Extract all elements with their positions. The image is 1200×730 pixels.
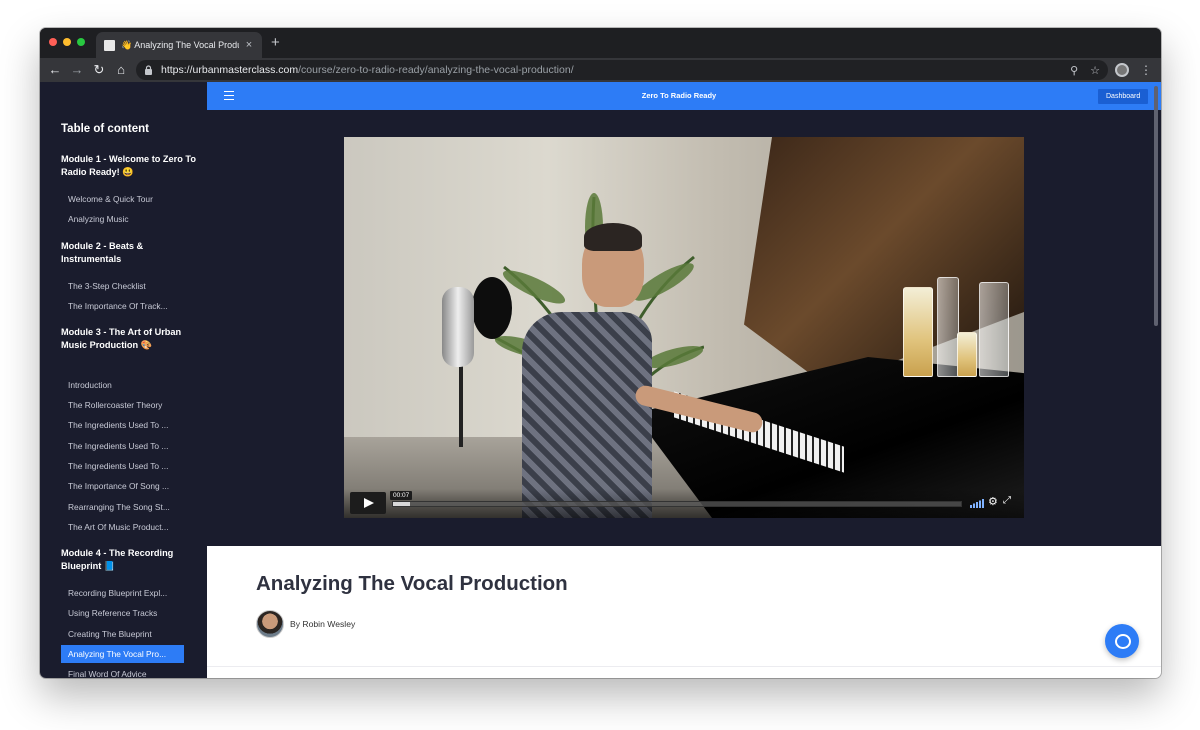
lesson-content: Analyzing The Vocal Production By Robin … [207, 546, 1161, 678]
bottle-image [903, 287, 933, 377]
settings-gear-icon[interactable]: ⚙ [988, 495, 998, 508]
module-title[interactable]: Module 1 - Welcome to Zero To Radio Read… [61, 153, 196, 178]
course-sidebar: Table of content Module 1 - Welcome to Z… [40, 82, 207, 678]
chat-bubble-icon[interactable] [1105, 624, 1139, 658]
star-icon[interactable]: ☆ [1090, 64, 1100, 77]
module-title[interactable]: Module 4 - The Recording Blueprint 📘 [61, 547, 196, 572]
lesson-link[interactable]: The 3-Step Checklist [61, 277, 184, 295]
main-content: Zero To Radio Ready Dashboard 00:07 ⚙ ⤢ … [207, 82, 1161, 678]
lesson-link[interactable]: The Ingredients Used To ... [61, 457, 184, 475]
home-icon[interactable]: ⌂ [113, 61, 129, 79]
pop-filter-image [472, 277, 512, 339]
tab-strip: 👋 Analyzing The Vocal Production × + [40, 28, 1161, 58]
video-player[interactable]: 00:07 ⚙ ⤢ [344, 137, 1024, 518]
lesson-link[interactable]: Welcome & Quick Tour [61, 190, 184, 208]
lesson-link[interactable]: The Ingredients Used To ... [61, 416, 184, 434]
url-path: /course/zero-to-radio-ready/analyzing-th… [298, 64, 574, 76]
dashboard-button[interactable]: Dashboard [1098, 89, 1149, 104]
lesson-link[interactable]: Creating The Blueprint [61, 625, 184, 643]
url-host: https://urbanmasterclass.com [161, 64, 299, 76]
extension-icon[interactable] [1115, 63, 1129, 77]
lesson-link[interactable]: Analyzing Music [61, 210, 184, 228]
bottles-image [899, 272, 1024, 377]
address-bar[interactable]: https://urbanmasterclass.com/course/zero… [136, 60, 1108, 80]
lesson-link[interactable]: Final Word Of Advice [61, 665, 184, 678]
new-tab-icon[interactable]: + [271, 33, 280, 53]
lesson-link[interactable]: Rearranging The Song St... [61, 498, 184, 516]
favicon-icon [104, 39, 115, 51]
bottle-image [979, 282, 1009, 377]
lesson-link-active[interactable]: Analyzing The Vocal Pro... [61, 645, 184, 663]
module-title[interactable]: Module 2 - Beats & Instrumentals [61, 240, 196, 265]
pianist-hair-image [584, 223, 642, 251]
lesson-link[interactable]: Recording Blueprint Expl... [61, 584, 184, 602]
lesson-link[interactable]: Using Reference Tracks [61, 604, 184, 622]
browser-tab[interactable]: 👋 Analyzing The Vocal Production × [96, 32, 262, 58]
bottle-image [937, 277, 959, 377]
page-title: Analyzing The Vocal Production [256, 572, 568, 595]
reload-icon[interactable]: ↻ [91, 61, 107, 79]
pianist-image [522, 312, 652, 518]
maximize-window-button[interactable] [77, 38, 85, 46]
tab-close-icon[interactable]: × [244, 39, 254, 51]
menu-dots-icon[interactable]: ⋮ [1140, 61, 1152, 79]
back-arrow-icon[interactable]: ← [47, 61, 63, 79]
lesson-link[interactable]: Introduction [61, 376, 184, 394]
browser-toolbar: ← → ↻ ⌂ https://urbanmasterclass.com/cou… [40, 58, 1161, 82]
author-row: By Robin Wesley [256, 610, 355, 638]
divider [207, 666, 1161, 667]
sidebar-title: Table of content [61, 123, 149, 135]
lock-icon [145, 65, 152, 75]
video-section: 00:07 ⚙ ⤢ [207, 110, 1161, 546]
progress-fill [393, 502, 411, 506]
play-icon[interactable] [350, 492, 386, 514]
video-controls: 00:07 ⚙ ⤢ [344, 489, 1024, 518]
url-text: https://urbanmasterclass.com/course/zero… [161, 64, 1058, 76]
lesson-link[interactable]: The Rollercoaster Theory [61, 396, 184, 414]
lesson-link[interactable]: The Art Of Music Product... [61, 518, 184, 536]
course-header: Zero To Radio Ready Dashboard [207, 82, 1161, 110]
forward-arrow-icon[interactable]: → [69, 61, 85, 79]
course-title: Zero To Radio Ready [641, 91, 717, 100]
lesson-link[interactable]: The Ingredients Used To ... [61, 437, 184, 455]
volume-icon[interactable] [970, 498, 984, 508]
minimize-window-button[interactable] [63, 38, 71, 46]
zoom-icon[interactable]: ⚲ [1070, 64, 1078, 77]
browser-window: 👋 Analyzing The Vocal Production × + ← →… [40, 28, 1161, 678]
microphone-image [442, 287, 474, 367]
close-window-button[interactable] [49, 38, 57, 46]
progress-bar[interactable] [392, 501, 962, 507]
fullscreen-icon[interactable]: ⤢ [1003, 495, 1011, 506]
bottle-image [957, 332, 977, 377]
tab-title: 👋 Analyzing The Vocal Production [121, 39, 239, 50]
web-page: Table of content Module 1 - Welcome to Z… [40, 82, 1161, 678]
lesson-link[interactable]: The Importance Of Song ... [61, 477, 184, 495]
module-title[interactable]: Module 3 - The Art of Urban Music Produc… [61, 326, 196, 351]
author-name: By Robin Wesley [290, 619, 356, 629]
scrollbar[interactable] [1154, 86, 1158, 326]
avatar [256, 610, 284, 638]
current-time: 00:07 [390, 491, 413, 500]
lesson-link[interactable]: The Importance Of Track... [61, 297, 184, 315]
